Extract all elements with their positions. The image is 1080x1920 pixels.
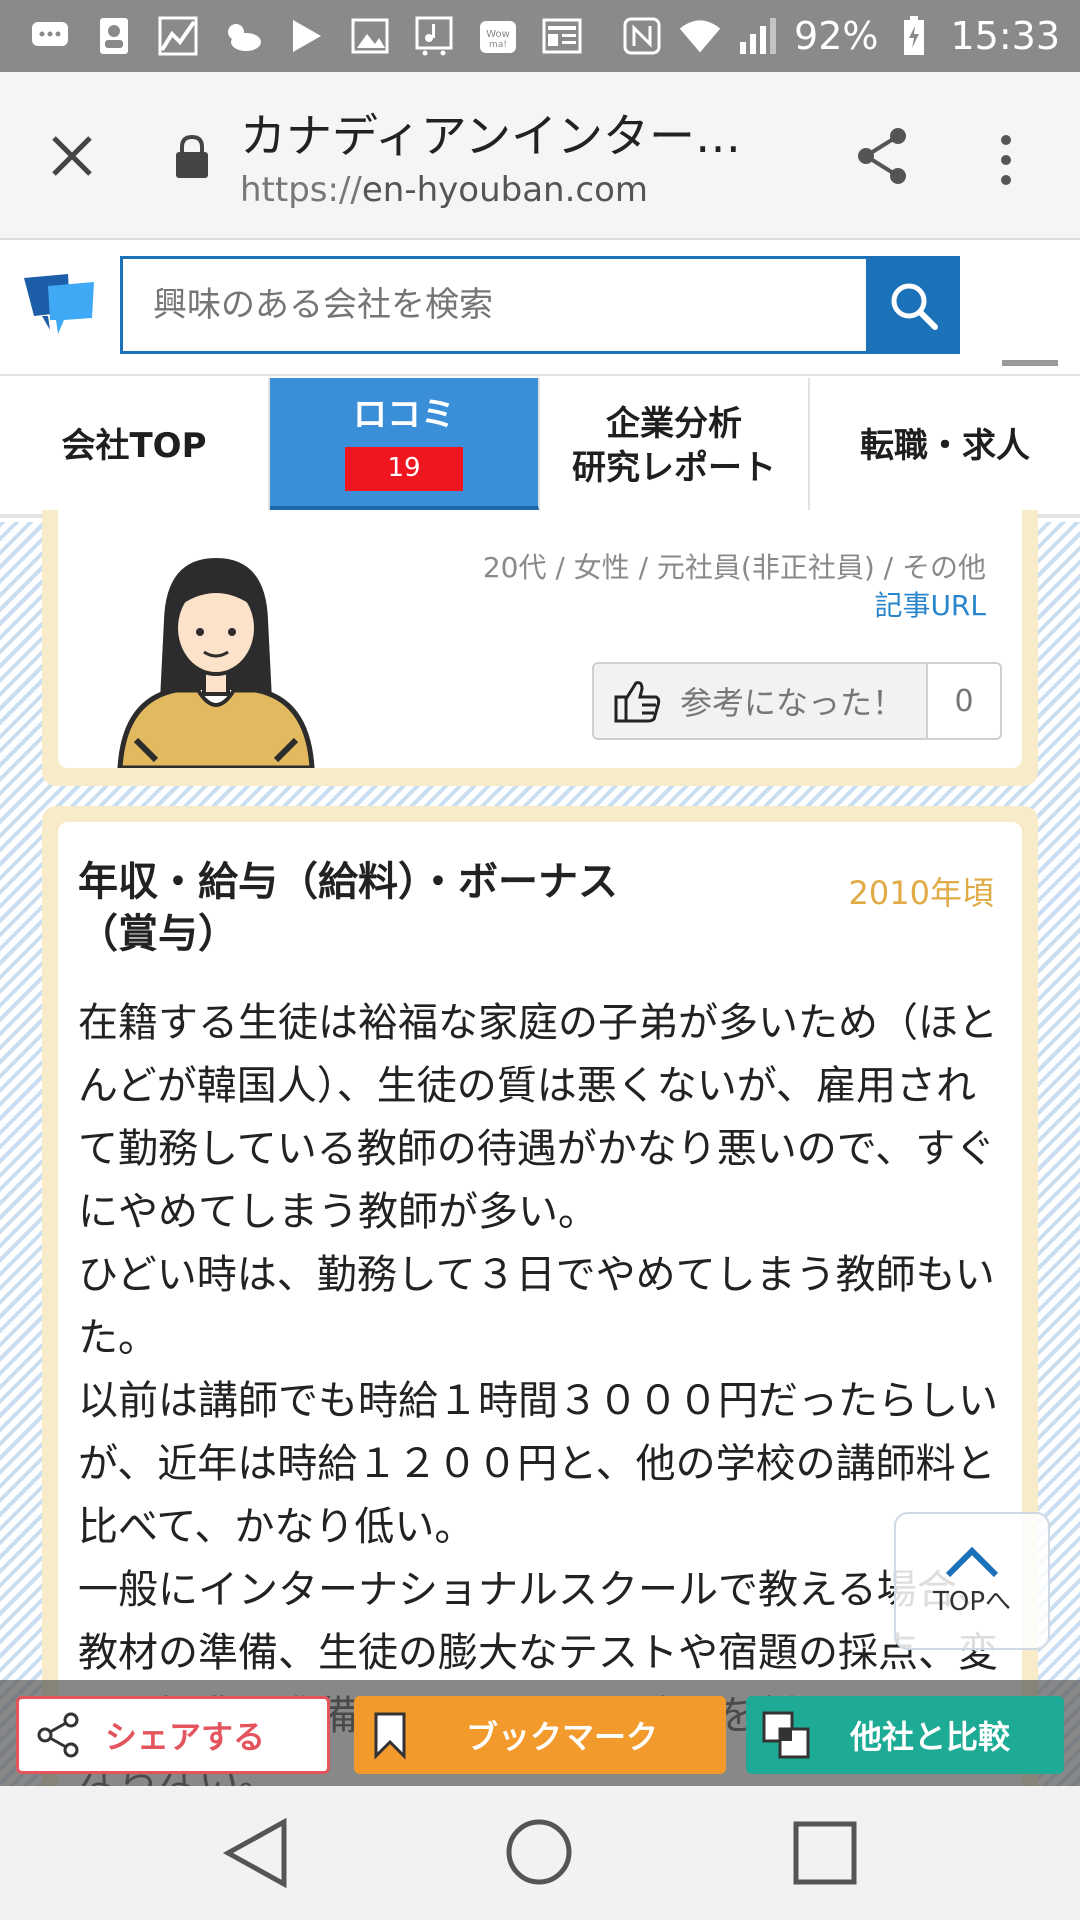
bookmark-button[interactable]: ブックマーク — [354, 1696, 726, 1774]
tab-jobs[interactable]: 転職・求人 — [810, 378, 1080, 514]
search-button[interactable] — [866, 256, 960, 354]
search-field[interactable] — [120, 256, 866, 354]
tab-company-top[interactable]: 会社TOP — [0, 378, 270, 514]
review-category-title: 年収・給与（給料）・ボーナス（賞与） — [78, 859, 618, 957]
reviewer-avatar — [116, 550, 316, 768]
tab-company-analysis[interactable]: 企業分析 研究レポート — [540, 378, 810, 514]
battery-percent: 92% — [794, 14, 879, 58]
compare-label: 他社と比較 — [850, 1718, 1011, 1756]
recent-apps-icon[interactable] — [792, 1820, 858, 1886]
helpful-count: 0 — [926, 664, 1000, 738]
chevron-up-icon — [945, 1546, 999, 1577]
site-logo[interactable] — [22, 272, 96, 336]
share-button[interactable]: シェアする — [16, 1696, 330, 1774]
nfc-icon — [620, 16, 664, 56]
image-icon — [348, 16, 392, 56]
news-icon — [540, 16, 584, 56]
home-icon[interactable] — [504, 1814, 574, 1890]
back-to-top-button[interactable]: TOPへ — [894, 1512, 1050, 1650]
reviewer-card-inner: 20代 / 女性 / 元社員(非正社員) / その他 記事URL 参考になった！… — [58, 510, 1022, 768]
battery-icon — [892, 16, 936, 56]
review-year: 2010年頃 — [848, 874, 994, 912]
back-icon[interactable] — [222, 1816, 292, 1890]
chart-icon — [156, 16, 200, 56]
review-paragraph: 在籍する生徒は裕福な家庭の子弟が多いため（ほとんどが韓国人）、生徒の質は悪くない… — [78, 1000, 998, 1235]
back-to-top-label: TOPへ — [932, 1586, 1012, 1617]
menu-handle[interactable] — [1002, 360, 1058, 366]
helpful-button[interactable]: 参考になった！ 0 — [592, 662, 1002, 740]
wowma-icon: Wow ma! — [476, 16, 520, 56]
thumbs-up-icon — [614, 681, 661, 723]
clock: 15:33 — [950, 14, 1060, 58]
contact-icon — [92, 16, 136, 56]
review-card: 年収・給与（給料）・ボーナス（賞与） 2010年頃 在籍する生徒は裕福な家庭の子… — [42, 806, 1038, 1812]
address-bar[interactable]: https://en-hyouban.com — [240, 170, 648, 210]
reviewer-card: 20代 / 女性 / 元社員(非正社員) / その他 記事URL 参考になった！… — [42, 510, 1038, 786]
tab-reviews[interactable]: ロコミ 19 — [270, 378, 540, 514]
search-input[interactable] — [123, 259, 866, 351]
compare-button[interactable]: 他社と比較 — [746, 1696, 1064, 1774]
chat-icon — [28, 16, 72, 56]
tab-label-line2: 研究レポート — [572, 448, 776, 488]
compare-icon — [762, 1711, 810, 1759]
url-protocol: https:// — [240, 170, 362, 210]
notification-icons: Wow ma! — [0, 16, 584, 56]
search-icon — [891, 283, 938, 330]
review-paragraph: 以前は講師でも時給１時間３０００円だったらしいが、近年は時給１２００円と、他の学… — [78, 1378, 998, 1550]
tab-label-line1: 企業分析 — [606, 403, 742, 444]
page-title: カナディアンインター… — [240, 109, 741, 163]
system-nav-bar — [0, 1786, 1080, 1920]
close-icon[interactable] — [44, 128, 100, 184]
share-icon — [37, 1712, 79, 1758]
svg-text:Wow: Wow — [486, 29, 510, 40]
play-store-icon — [284, 16, 328, 56]
browser-toolbar: カナディアンインター… https://en-hyouban.com — [0, 72, 1080, 240]
bookmark-icon — [374, 1712, 406, 1760]
wifi-icon — [678, 16, 722, 56]
review-paragraph: ひどい時は、勤務して３日でやめてしまう教師もいた。 — [78, 1252, 995, 1361]
helpful-label: 参考になった！ — [680, 684, 905, 722]
url-domain: en-hyouban.com — [361, 170, 649, 210]
company-tabs: 会社TOP ロコミ 19 企業分析 研究レポート 転職・求人 — [0, 378, 1080, 518]
system-status: 92% 15:33 — [620, 14, 1080, 58]
music-icon — [412, 16, 456, 56]
share-label: シェアする — [105, 1718, 266, 1756]
review-card-inner: 年収・給与（給料）・ボーナス（賞与） 2010年頃 在籍する生徒は裕福な家庭の子… — [58, 822, 1022, 1812]
site-header — [0, 240, 1080, 376]
svg-text:ma!: ma! — [489, 40, 507, 50]
lock-icon — [174, 134, 210, 180]
action-bar: シェアする ブックマーク 他社と比較 — [0, 1680, 1080, 1786]
reviewer-meta: 20代 / 女性 / 元社員(非正社員) / その他 — [482, 551, 986, 584]
tab-label: 会社TOP — [61, 425, 207, 466]
helpful-main: 参考になった！ — [594, 664, 926, 738]
share-icon[interactable] — [852, 124, 912, 188]
bookmark-label: ブックマーク — [466, 1718, 659, 1756]
tab-label: 転職・求人 — [860, 425, 1030, 466]
status-bar: Wow ma! 92% 15:33 — [0, 0, 1080, 72]
more-options-icon[interactable] — [996, 130, 1016, 190]
weather-icon — [220, 16, 264, 56]
signal-icon — [736, 16, 780, 56]
tab-label: ロコミ — [353, 394, 455, 435]
article-url-link[interactable]: 記事URL — [874, 584, 986, 624]
review-count-badge: 19 — [345, 447, 463, 492]
